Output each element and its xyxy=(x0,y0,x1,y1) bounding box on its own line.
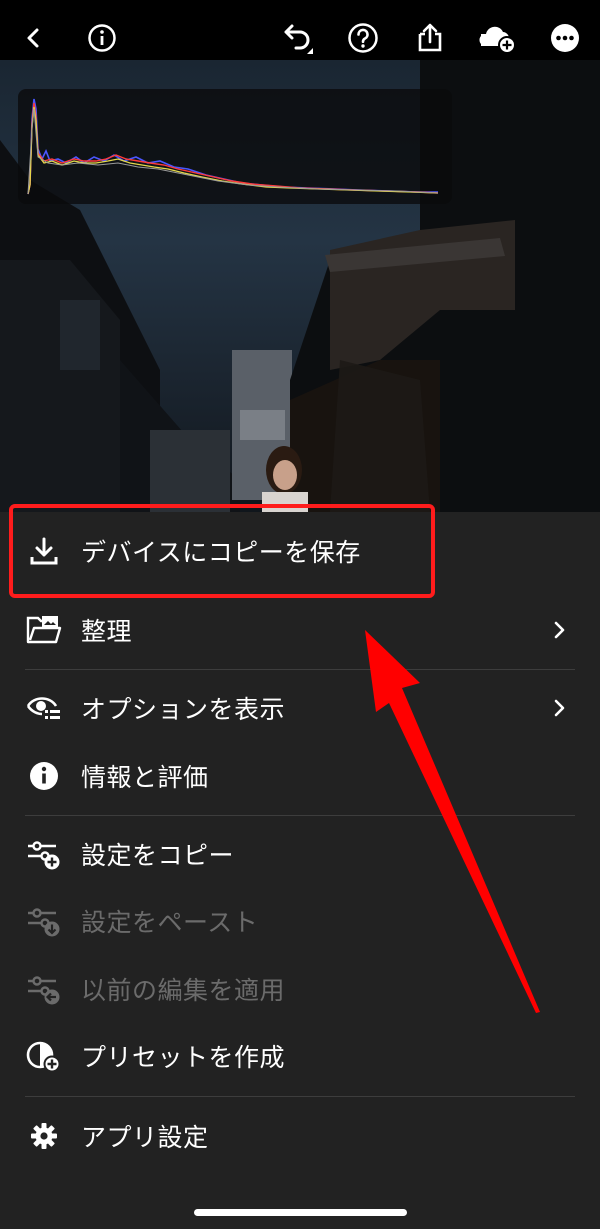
home-indicator xyxy=(194,1209,407,1216)
annotation-arrow xyxy=(365,630,540,1013)
